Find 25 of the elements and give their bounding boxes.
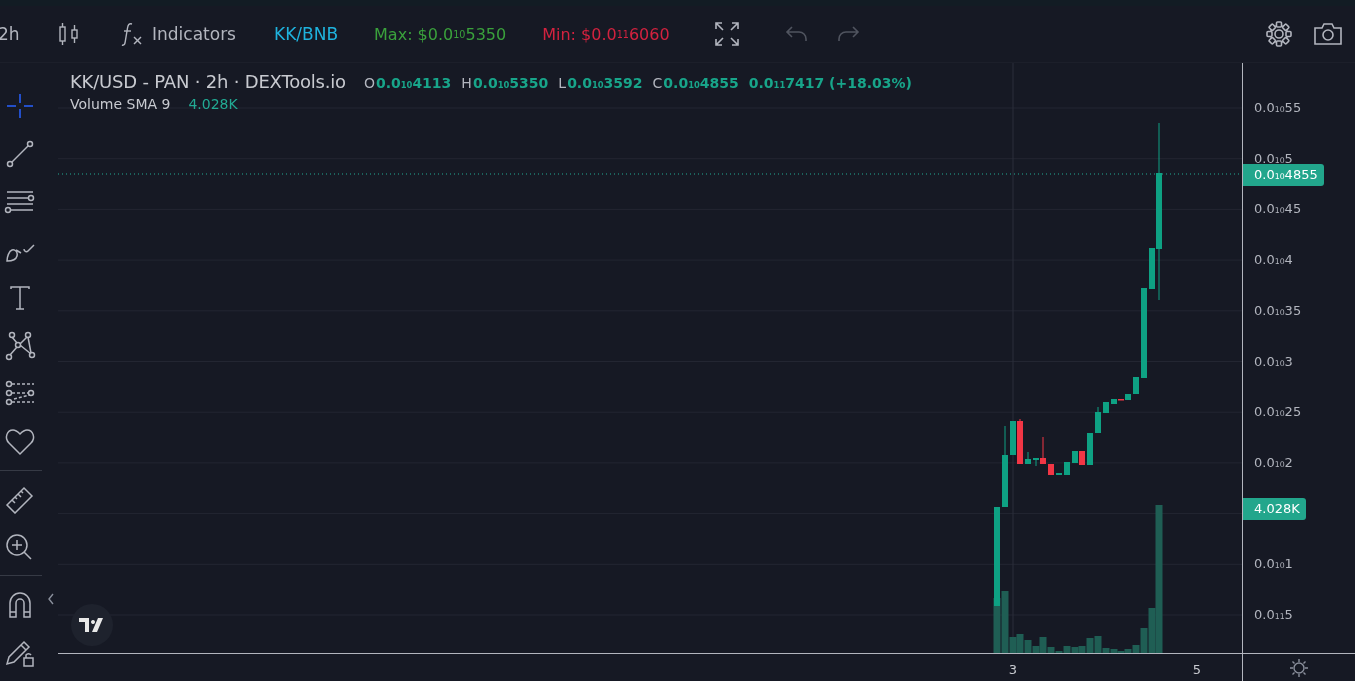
- indicators-button[interactable]: Indicators: [120, 21, 236, 47]
- fullscreen-icon[interactable]: [713, 21, 740, 47]
- camera-icon[interactable]: [1313, 21, 1343, 47]
- candle: [1025, 451, 1031, 465]
- logo-icon[interactable]: [71, 604, 113, 646]
- candle: [1095, 406, 1101, 434]
- candle: [1056, 472, 1062, 476]
- collapse-icon[interactable]: [46, 592, 56, 606]
- sun-icon[interactable]: [1289, 657, 1309, 678]
- candles-icon[interactable]: [58, 21, 80, 47]
- settings-icon[interactable]: [1265, 20, 1293, 48]
- candle: [1103, 401, 1109, 414]
- candle: [1133, 376, 1139, 395]
- candle: [1087, 432, 1093, 466]
- volume-badge: 4.028K: [1243, 498, 1306, 520]
- time-label: 3: [1008, 662, 1018, 677]
- candle: [1064, 461, 1070, 476]
- candle: [1048, 463, 1054, 476]
- pair-link[interactable]: KK/BNB: [274, 24, 339, 44]
- volume-label: Volume SMA 9: [70, 96, 171, 112]
- interval-button[interactable]: 2h: [0, 24, 20, 44]
- time-label: 5: [1192, 662, 1202, 677]
- chart-title: KK/USD - PAN · 2h · DEXTools.io: [70, 71, 346, 92]
- function-icon: [120, 21, 144, 47]
- volume-value: 4.028K: [188, 96, 238, 112]
